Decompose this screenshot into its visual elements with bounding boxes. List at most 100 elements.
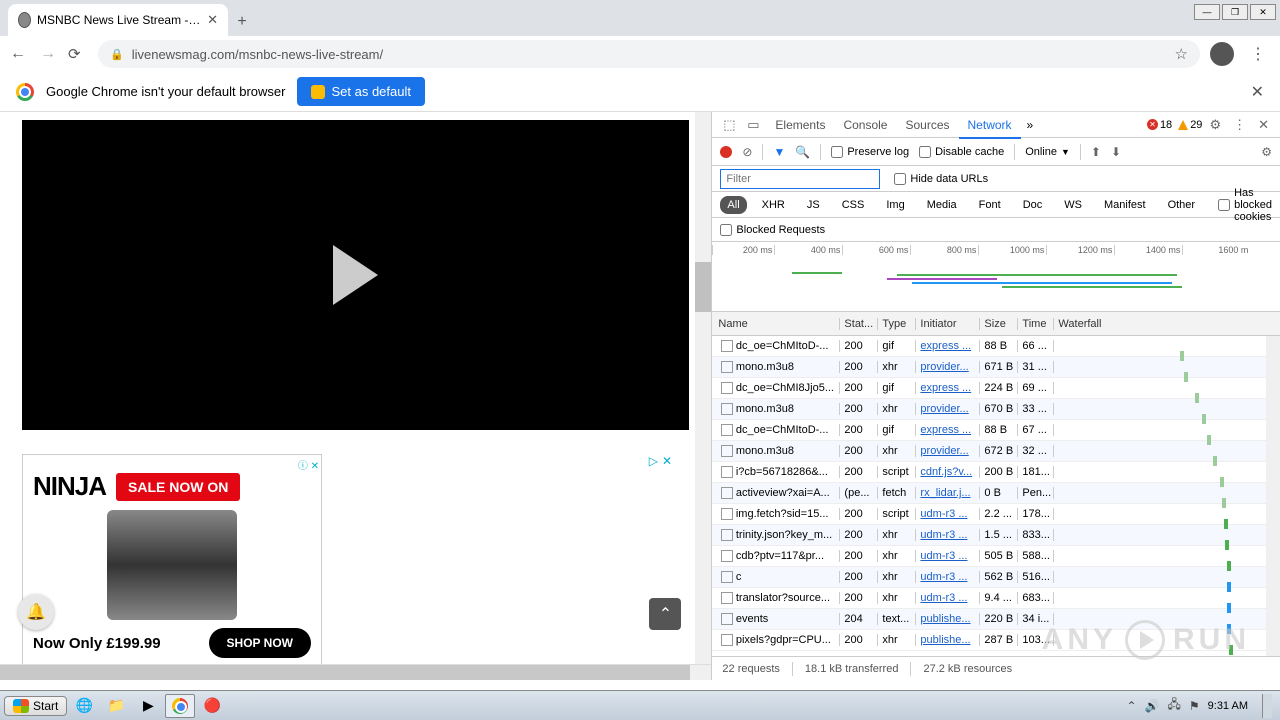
shop-now-button[interactable]: SHOP NOW [209,628,311,658]
address-toolbar: ← → ⟳ 🔒 livenewsmag.com/msnbc-news-live-… [0,36,1280,72]
network-request-row[interactable]: translator?source...200xhrudm-r3 ...9.4 … [712,588,1280,609]
video-player[interactable] [22,120,689,430]
vertical-scrollbar[interactable] [695,112,711,680]
filter-type-xhr[interactable]: XHR [755,196,792,214]
devtools-tab-elements[interactable]: Elements [766,113,834,137]
preserve-log-checkbox[interactable]: Preserve log [831,146,909,158]
network-request-row[interactable]: mono.m3u8200xhrprovider...672 B32 ... [712,441,1280,462]
network-settings-icon[interactable]: ⚙ [1261,145,1272,159]
network-request-row[interactable]: cdb?ptv=117&pr...200xhrudm-r3 ...505 B58… [712,546,1280,567]
network-request-row[interactable]: img.fetch?sid=15...200scriptudm-r3 ...2.… [712,504,1280,525]
network-request-row[interactable]: mono.m3u8200xhrprovider...671 B31 ... [712,357,1280,378]
scroll-to-top-button[interactable]: ⌃ [649,598,681,630]
taskbar-media[interactable]: ▶ [133,694,163,718]
devtools-tab-console[interactable]: Console [834,113,896,137]
taskbar-app[interactable]: 🔴 [197,694,227,718]
forward-button[interactable]: → [38,45,58,63]
tray-network-icon[interactable]: 🖧 [1167,695,1180,716]
devtools-close-icon[interactable]: ✕ [1253,117,1274,133]
throttle-select[interactable]: Online ▼ [1025,146,1070,158]
taskbar-ie[interactable]: 🌐 [69,694,99,718]
disable-cache-checkbox[interactable]: Disable cache [919,146,1004,158]
network-request-row[interactable]: events204text...publishe...220 B34 i... [712,609,1280,630]
inspect-icon[interactable]: ⬚ [718,117,740,133]
bookmark-icon[interactable]: ☆ [1175,45,1188,63]
network-request-row[interactable]: dc_oe=ChMItoD-...200gifexpress ...88 B67… [712,420,1280,441]
download-icon[interactable]: ⬇ [1111,145,1121,159]
ad-close-icon[interactable]: ✕ [662,454,672,468]
network-request-row[interactable]: activeview?xai=A...(pe...fetchrx_lidar.j… [712,483,1280,504]
filter-type-media[interactable]: Media [920,196,964,214]
error-count[interactable]: ✕18 [1147,119,1172,131]
ad-product-image [107,510,237,620]
devtools-tab-sources[interactable]: Sources [896,113,958,137]
url-bar[interactable]: 🔒 livenewsmag.com/msnbc-news-live-stream… [98,40,1200,68]
close-button[interactable]: ✕ [1250,4,1276,20]
play-icon[interactable] [333,245,378,305]
network-request-row[interactable]: pixels?gdpr=CPU...200xhrpublishe...287 B… [712,630,1280,651]
taskbar-explorer[interactable]: 📁 [101,694,131,718]
device-toggle-icon[interactable]: ▭ [742,117,764,133]
taskbar-chrome[interactable] [165,694,195,718]
filter-type-img[interactable]: Img [879,196,911,214]
show-desktop-button[interactable] [1262,694,1272,718]
filter-type-js[interactable]: JS [800,196,827,214]
network-request-row[interactable]: i?cb=56718286&...200scriptcdnf.js?v...20… [712,462,1280,483]
filter-type-all[interactable]: All [720,196,746,214]
devtools-panel: ⬚ ▭ ElementsConsoleSourcesNetwork » ✕18 … [711,112,1280,680]
more-tabs-icon[interactable]: » [1023,118,1038,132]
set-default-button[interactable]: Set as default [297,77,425,106]
adchoices-icon[interactable]: ▷ [649,454,658,468]
network-footer: 22 requests 18.1 kB transferred 27.2 kB … [712,656,1280,680]
network-table-header[interactable]: Name Stat... Type Initiator Size Time Wa… [712,312,1280,336]
notification-bell[interactable]: 🔔 [18,594,54,630]
horizontal-scrollbar[interactable] [0,664,711,680]
new-tab-button[interactable]: + [228,8,256,36]
shield-icon [311,85,325,99]
adchoices-icon[interactable]: ⓘ ✕ [298,457,319,472]
filter-type-doc[interactable]: Doc [1016,196,1050,214]
record-button[interactable] [720,146,732,158]
network-table-body: dc_oe=ChMItoD-...200gifexpress ...88 B66… [712,336,1280,656]
network-request-row[interactable]: dc_oe=ChMItoD-...200gifexpress ...88 B66… [712,336,1280,357]
filter-type-font[interactable]: Font [972,196,1008,214]
upload-icon[interactable]: ⬆ [1091,145,1101,159]
back-button[interactable]: ← [8,45,28,63]
network-request-row[interactable]: c200xhrudm-r3 ...562 B516... [712,567,1280,588]
settings-icon[interactable]: ⚙ [1204,117,1226,133]
browser-tab[interactable]: MSNBC News Live Stream - MSNBC L ✕ [8,4,228,36]
filter-type-manifest[interactable]: Manifest [1097,196,1153,214]
network-request-row[interactable]: dc_oe=ChMI8Jjo5...200gifexpress ...224 B… [712,378,1280,399]
filter-input[interactable] [720,169,880,189]
lock-icon[interactable]: 🔒 [110,48,124,61]
profile-button[interactable] [1210,42,1234,66]
devtools-tab-network[interactable]: Network [959,113,1021,139]
infobar-close-icon[interactable]: ✕ [1251,82,1264,102]
start-button[interactable]: Start [4,696,67,716]
timeline-overview[interactable]: 200 ms400 ms600 ms800 ms1000 ms1200 ms14… [712,242,1280,312]
filter-type-other[interactable]: Other [1161,196,1203,214]
reload-button[interactable]: ⟳ [68,45,88,63]
browser-menu-button[interactable]: ⋮ [1244,44,1272,64]
tray-volume-icon[interactable]: 🔊 [1145,699,1160,713]
filter-type-css[interactable]: CSS [835,196,872,214]
hide-data-urls-checkbox[interactable]: Hide data URLs [894,173,988,185]
filter-type-ws[interactable]: WS [1057,196,1089,214]
tray-clock[interactable]: 9:31 AM [1208,700,1248,712]
devtools-menu-icon[interactable]: ⋮ [1228,117,1251,133]
warning-count[interactable]: 29 [1178,119,1202,131]
ad-slot-right: ▷ ✕ [342,454,672,680]
search-icon[interactable]: 🔍 [795,145,810,159]
table-scrollbar[interactable] [1266,336,1280,656]
ad-ninja[interactable]: ⓘ ✕ NINJA SALE NOW ON Now Only £199.99 S… [22,454,322,680]
windows-icon [13,699,29,713]
network-request-row[interactable]: trinity.json?key_m...200xhrudm-r3 ...1.5… [712,525,1280,546]
close-icon[interactable]: ✕ [207,12,218,28]
minimize-button[interactable]: — [1194,4,1220,20]
clear-icon[interactable]: ⊘ [742,145,752,159]
tray-expand-icon[interactable]: ⌃ [1126,699,1136,713]
tray-flag-icon[interactable]: ⚑ [1189,699,1200,713]
blocked-requests-checkbox[interactable]: Blocked Requests [720,224,825,236]
maximize-button[interactable]: ❐ [1222,4,1248,20]
filter-icon[interactable]: ▼ [773,145,785,159]
